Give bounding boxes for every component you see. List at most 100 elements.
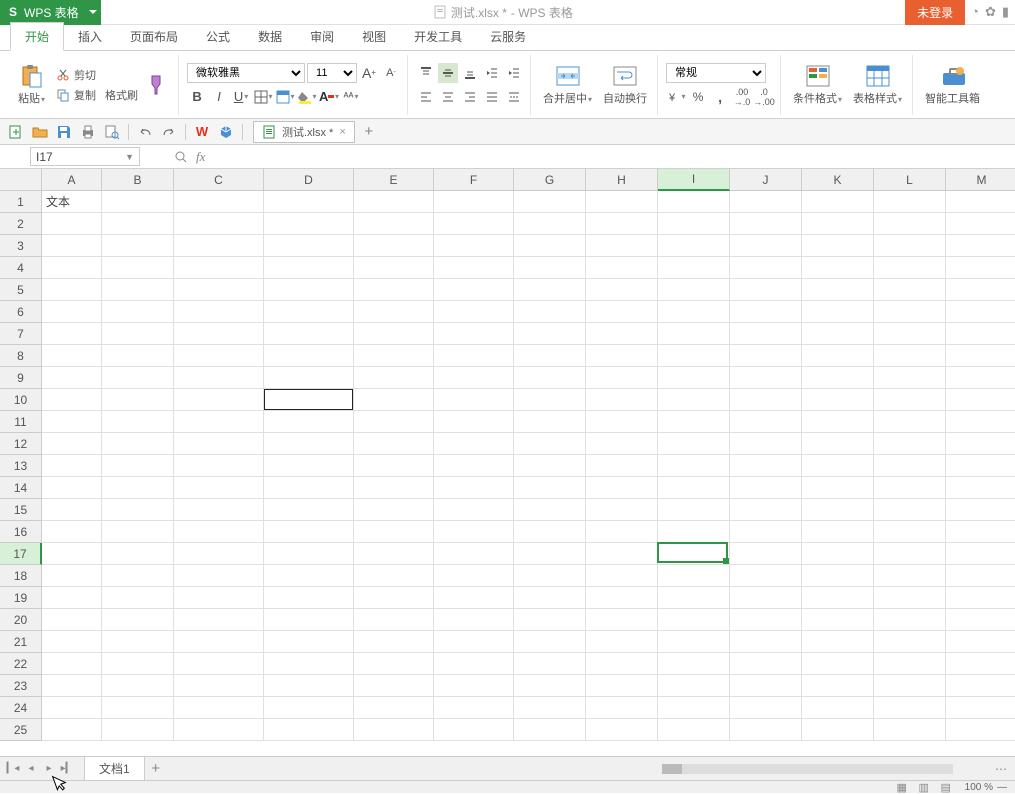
cell-C12[interactable] xyxy=(174,433,264,455)
cell-A24[interactable] xyxy=(42,697,102,719)
cell-F25[interactable] xyxy=(434,719,514,741)
cell-E21[interactable] xyxy=(354,631,434,653)
cell-F20[interactable] xyxy=(434,609,514,631)
cell-M4[interactable] xyxy=(946,257,1015,279)
cell-K25[interactable] xyxy=(802,719,874,741)
cell-D13[interactable] xyxy=(264,455,354,477)
cell-B22[interactable] xyxy=(102,653,174,675)
cell-M10[interactable] xyxy=(946,389,1015,411)
cell-E20[interactable] xyxy=(354,609,434,631)
cell-G24[interactable] xyxy=(514,697,586,719)
merge-center-button[interactable]: 合并居中▾ xyxy=(539,62,596,108)
cell-B2[interactable] xyxy=(102,213,174,235)
sync-icon[interactable]: ◔ xyxy=(971,4,979,20)
cell-I2[interactable] xyxy=(658,213,730,235)
border-button[interactable]: ▾ xyxy=(253,87,273,107)
cell-B7[interactable] xyxy=(102,323,174,345)
cell-L15[interactable] xyxy=(874,499,946,521)
cell-L25[interactable] xyxy=(874,719,946,741)
cell-A21[interactable] xyxy=(42,631,102,653)
cell-G11[interactable] xyxy=(514,411,586,433)
cell-D25[interactable] xyxy=(264,719,354,741)
cell-K5[interactable] xyxy=(802,279,874,301)
col-header-I[interactable]: I xyxy=(658,169,730,191)
undo-icon[interactable] xyxy=(135,122,155,142)
cell-A14[interactable] xyxy=(42,477,102,499)
cell-L9[interactable] xyxy=(874,367,946,389)
decrease-decimal-button[interactable]: .0→.00 xyxy=(754,87,774,107)
cell-H18[interactable] xyxy=(586,565,658,587)
cell-K11[interactable] xyxy=(802,411,874,433)
cell-B10[interactable] xyxy=(102,389,174,411)
cell-F19[interactable] xyxy=(434,587,514,609)
cell-I19[interactable] xyxy=(658,587,730,609)
cell-I24[interactable] xyxy=(658,697,730,719)
cell-A22[interactable] xyxy=(42,653,102,675)
cell-E5[interactable] xyxy=(354,279,434,301)
cell-C15[interactable] xyxy=(174,499,264,521)
align-center-button[interactable] xyxy=(438,87,458,107)
cell-F10[interactable] xyxy=(434,389,514,411)
cell-G6[interactable] xyxy=(514,301,586,323)
cell-D18[interactable] xyxy=(264,565,354,587)
cell-L18[interactable] xyxy=(874,565,946,587)
new-icon[interactable] xyxy=(6,122,26,142)
cell-J9[interactable] xyxy=(730,367,802,389)
cell-E1[interactable] xyxy=(354,191,434,213)
cell-F17[interactable] xyxy=(434,543,514,565)
cell-K8[interactable] xyxy=(802,345,874,367)
col-header-H[interactable]: H xyxy=(586,169,658,191)
cell-A23[interactable] xyxy=(42,675,102,697)
cell-G14[interactable] xyxy=(514,477,586,499)
cell-I11[interactable] xyxy=(658,411,730,433)
cell-B14[interactable] xyxy=(102,477,174,499)
cell-B5[interactable] xyxy=(102,279,174,301)
page-break-button[interactable]: ▤ xyxy=(937,782,955,793)
cell-C21[interactable] xyxy=(174,631,264,653)
cell-G12[interactable] xyxy=(514,433,586,455)
percent-button[interactable]: % xyxy=(688,87,708,107)
cell-K14[interactable] xyxy=(802,477,874,499)
cell-D21[interactable] xyxy=(264,631,354,653)
increase-indent-button[interactable] xyxy=(504,63,524,83)
cell-E7[interactable] xyxy=(354,323,434,345)
cell-G9[interactable] xyxy=(514,367,586,389)
cell-K6[interactable] xyxy=(802,301,874,323)
cell-K16[interactable] xyxy=(802,521,874,543)
cell-L14[interactable] xyxy=(874,477,946,499)
app-badge[interactable]: S WPS 表格 xyxy=(0,0,85,25)
cell-I9[interactable] xyxy=(658,367,730,389)
cell-F8[interactable] xyxy=(434,345,514,367)
cell-H25[interactable] xyxy=(586,719,658,741)
increase-font-button[interactable]: A+ xyxy=(359,63,379,83)
cell-J22[interactable] xyxy=(730,653,802,675)
row-header-18[interactable]: 18 xyxy=(0,565,42,587)
cell-D19[interactable] xyxy=(264,587,354,609)
cell-K3[interactable] xyxy=(802,235,874,257)
cell-A5[interactable] xyxy=(42,279,102,301)
cells-area[interactable]: 文本 xyxy=(42,191,1015,741)
cell-A12[interactable] xyxy=(42,433,102,455)
settings-icon[interactable]: ✿ xyxy=(985,4,996,20)
col-header-F[interactable]: F xyxy=(434,169,514,191)
cell-B6[interactable] xyxy=(102,301,174,323)
cell-F4[interactable] xyxy=(434,257,514,279)
cell-L17[interactable] xyxy=(874,543,946,565)
cell-I21[interactable] xyxy=(658,631,730,653)
sheet-prev-button[interactable]: ◂ xyxy=(22,759,40,779)
cell-J24[interactable] xyxy=(730,697,802,719)
cell-F12[interactable] xyxy=(434,433,514,455)
cell-D22[interactable] xyxy=(264,653,354,675)
cell-F13[interactable] xyxy=(434,455,514,477)
cell-L10[interactable] xyxy=(874,389,946,411)
table-style-button[interactable]: 表格样式▾ xyxy=(849,62,906,108)
document-tab[interactable]: 测试.xlsx * × xyxy=(253,121,355,143)
cell-I1[interactable] xyxy=(658,191,730,213)
cell-C10[interactable] xyxy=(174,389,264,411)
cell-I20[interactable] xyxy=(658,609,730,631)
cell-F1[interactable] xyxy=(434,191,514,213)
cell-I5[interactable] xyxy=(658,279,730,301)
cell-J15[interactable] xyxy=(730,499,802,521)
cell-D3[interactable] xyxy=(264,235,354,257)
cell-M1[interactable] xyxy=(946,191,1015,213)
